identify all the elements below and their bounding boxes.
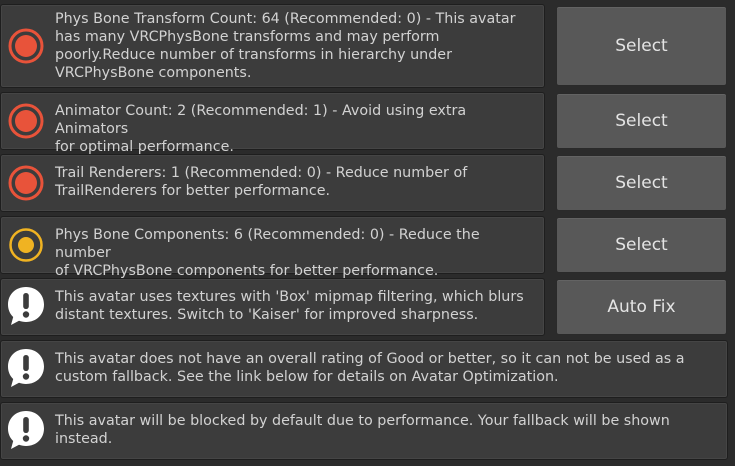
select-button[interactable]: Select xyxy=(556,217,727,273)
message-row-fallback-rating: This avatar does not have an overall rat… xyxy=(0,340,735,398)
auto-fix-button[interactable]: Auto Fix xyxy=(556,279,727,335)
message-row-box-mipmap-filtering: This avatar uses textures with 'Box' mip… xyxy=(0,278,735,336)
info-bubble-icon xyxy=(6,286,46,326)
warning-icon xyxy=(6,225,46,265)
message-row-phys-bone-components: Phys Bone Components: 6 (Recommended: 0)… xyxy=(0,216,735,279)
message-text: This avatar will be blocked by default d… xyxy=(55,413,670,447)
message-text: This avatar does not have an overall rat… xyxy=(55,351,685,385)
panel-top-edge xyxy=(0,0,735,3)
message-row-animator-count: Animator Count: 2 (Recommended: 1) - Avo… xyxy=(0,92,735,155)
message-text: Animator Count: 2 (Recommended: 1) - Avo… xyxy=(55,103,467,155)
error-icon xyxy=(6,26,46,66)
select-button[interactable]: Select xyxy=(556,93,727,149)
message-text: This avatar uses textures with 'Box' mip… xyxy=(55,289,524,323)
info-bubble-icon xyxy=(6,410,46,450)
error-icon xyxy=(6,163,46,203)
message-text: Trail Renderers: 1 (Recommended: 0) - Re… xyxy=(55,165,468,199)
message-text: Phys Bone Components: 6 (Recommended: 0)… xyxy=(55,227,480,279)
message-row-trail-renderers: Trail Renderers: 1 (Recommended: 0) - Re… xyxy=(0,154,735,212)
select-button[interactable]: Select xyxy=(556,6,727,86)
error-icon xyxy=(6,101,46,141)
message-row-blocked-by-default: This avatar will be blocked by default d… xyxy=(0,402,735,460)
info-bubble-icon xyxy=(6,348,46,388)
message-text: Phys Bone Transform Count: 64 (Recommend… xyxy=(55,11,516,81)
select-button[interactable]: Select xyxy=(556,155,727,211)
message-row-phys-bone-transform-count: Phys Bone Transform Count: 64 (Recommend… xyxy=(0,4,735,88)
